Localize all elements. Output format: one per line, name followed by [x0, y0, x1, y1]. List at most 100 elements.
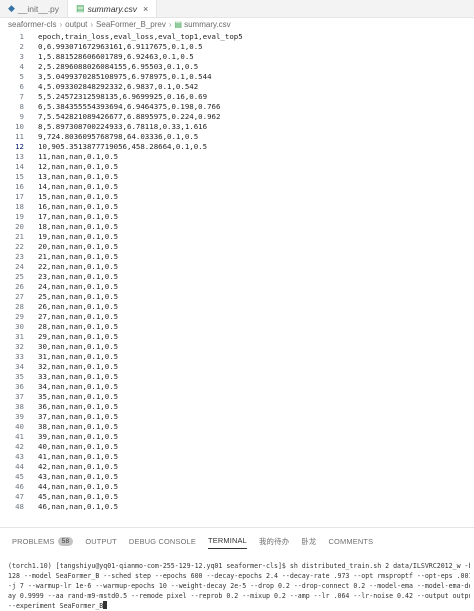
tab-label: 我的待办: [258, 536, 290, 546]
line-number: 6: [19, 82, 24, 91]
line-number: 1: [19, 32, 24, 41]
line-number: 20: [15, 222, 24, 231]
breadcrumb: seaformer-cls › output › SeaFormer_B_pre…: [0, 18, 474, 30]
code-line[interactable]: 13 11,nan,nan,0.1,0.5: [0, 152, 474, 162]
code-line[interactable]: 7 5,5.24572312598135,6.9699925,0.16,0.69: [0, 92, 474, 102]
tab-problems[interactable]: PROBLEMS 58: [12, 534, 74, 548]
tab-summary-csv[interactable]: ▤ summary.csv ×: [68, 0, 158, 17]
line-text: 0,6.993071672963161,6.9117675,0.1,0.5: [38, 42, 203, 51]
close-icon[interactable]: ×: [143, 4, 148, 14]
line-text: 17,nan,nan,0.1,0.5: [38, 212, 119, 221]
code-line[interactable]: 5 3,5.0499370285108975,6.978975,0.1,0.544: [0, 72, 474, 82]
code-line[interactable]: 32 30,nan,nan,0.1,0.5: [0, 342, 474, 352]
line-number: 19: [15, 212, 24, 221]
code-line[interactable]: 43 41,nan,nan,0.1,0.5: [0, 452, 474, 462]
line-number: 48: [15, 502, 24, 511]
line-number: 21: [15, 232, 24, 241]
code-line[interactable]: 40 38,nan,nan,0.1,0.5: [0, 422, 474, 432]
line-text: 44,nan,nan,0.1,0.5: [38, 482, 119, 491]
code-line[interactable]: 26 24,nan,nan,0.1,0.5: [0, 282, 474, 292]
code-line[interactable]: 30 28,nan,nan,0.1,0.5: [0, 322, 474, 332]
tab-comments[interactable]: COMMENTS: [329, 534, 374, 548]
line-text: 45,nan,nan,0.1,0.5: [38, 492, 119, 501]
code-line[interactable]: 17 15,nan,nan,0.1,0.5: [0, 192, 474, 202]
tab-label: 卧龙: [301, 536, 317, 546]
breadcrumb-item[interactable]: SeaFormer_B_prev: [96, 20, 166, 29]
code-line[interactable]: 10 8,5.897308700224933,6.78118,0.33,1.616: [0, 122, 474, 132]
code-line[interactable]: 8 6,5.384355554393694,6.9464375,0.198,0.7…: [0, 102, 474, 112]
code-line[interactable]: 27 25,nan,nan,0.1,0.5: [0, 292, 474, 302]
tab-my-todos[interactable]: 我的待办: [259, 534, 289, 548]
line-text: 26,nan,nan,0.1,0.5: [38, 302, 119, 311]
code-line[interactable]: 48 46,nan,nan,0.1,0.5: [0, 502, 474, 512]
code-line[interactable]: 44 42,nan,nan,0.1,0.5: [0, 462, 474, 472]
code-line[interactable]: 42 40,nan,nan,0.1,0.5: [0, 442, 474, 452]
line-number: 38: [15, 402, 24, 411]
code-line[interactable]: 41 39,nan,nan,0.1,0.5: [0, 432, 474, 442]
code-line[interactable]: 3 1,5.881528606601789,6.92463,0.1,0.5: [0, 52, 474, 62]
line-text: 21,nan,nan,0.1,0.5: [38, 252, 119, 261]
csv-file-icon: ▤: [76, 3, 85, 13]
line-number: 43: [15, 452, 24, 461]
tab-label: COMMENTS: [328, 536, 374, 546]
code-line[interactable]: 39 37,nan,nan,0.1,0.5: [0, 412, 474, 422]
line-text: 20,nan,nan,0.1,0.5: [38, 242, 119, 251]
code-line[interactable]: 16 14,nan,nan,0.1,0.5: [0, 182, 474, 192]
line-text: 24,nan,nan,0.1,0.5: [38, 282, 119, 291]
code-line[interactable]: 19 17,nan,nan,0.1,0.5: [0, 212, 474, 222]
code-line[interactable]: 6 4,5.093302848292332,6.9837,0.1,0.542: [0, 82, 474, 92]
code-line[interactable]: 15 13,nan,nan,0.1,0.5: [0, 172, 474, 182]
line-number: 37: [15, 392, 24, 401]
code-line[interactable]: 2 0,6.993071672963161,6.9117675,0.1,0.5: [0, 42, 474, 52]
tab-debug-console[interactable]: DEBUG CONSOLE: [129, 534, 196, 548]
code-line[interactable]: 4 2,5.2896088026084155,6.95503,0.1,0.5: [0, 62, 474, 72]
line-number: 24: [15, 262, 24, 271]
line-text: 31,nan,nan,0.1,0.5: [38, 352, 119, 361]
line-number: 32: [15, 342, 24, 351]
line-text: 11,nan,nan,0.1,0.5: [38, 152, 119, 161]
line-text: 8,5.897308700224933,6.78118,0.33,1.616: [38, 122, 208, 131]
code-line[interactable]: 24 22,nan,nan,0.1,0.5: [0, 262, 474, 272]
line-number: 22: [15, 242, 24, 251]
code-line[interactable]: 22 20,nan,nan,0.1,0.5: [0, 242, 474, 252]
code-line[interactable]: 46 44,nan,nan,0.1,0.5: [0, 482, 474, 492]
breadcrumb-item[interactable]: summary.csv: [184, 20, 231, 29]
code-line[interactable]: 21 19,nan,nan,0.1,0.5: [0, 232, 474, 242]
code-line[interactable]: 38 36,nan,nan,0.1,0.5: [0, 402, 474, 412]
line-number: 16: [15, 182, 24, 191]
breadcrumb-item[interactable]: seaformer-cls: [8, 20, 56, 29]
code-line[interactable]: 47 45,nan,nan,0.1,0.5: [0, 492, 474, 502]
tab-wolong[interactable]: 卧龙: [301, 534, 316, 548]
tab-init-py[interactable]: ◆ __init__.py: [0, 0, 69, 17]
line-text: 3,5.0499370285108975,6.978975,0.1,0.544: [38, 72, 212, 81]
code-line[interactable]: 28 26,nan,nan,0.1,0.5: [0, 302, 474, 312]
line-number: 29: [15, 312, 24, 321]
line-number: 31: [15, 332, 24, 341]
chevron-right-icon: ›: [90, 19, 94, 29]
tab-terminal[interactable]: TERMINAL: [207, 534, 247, 549]
line-number: 36: [15, 382, 24, 391]
code-editor[interactable]: 1 epoch,train_loss,eval_loss,eval_top1,ev…: [0, 32, 474, 527]
line-number: 39: [15, 412, 24, 421]
code-line[interactable]: 1 epoch,train_loss,eval_loss,eval_top1,ev…: [0, 32, 474, 42]
code-line[interactable]: 31 29,nan,nan,0.1,0.5: [0, 332, 474, 342]
code-line[interactable]: 33 31,nan,nan,0.1,0.5: [0, 352, 474, 362]
code-line[interactable]: 36 34,nan,nan,0.1,0.5: [0, 382, 474, 392]
terminal-output[interactable]: (torch1.10) [tangshiyu@yq01-qianmo-com-2…: [8, 561, 470, 611]
code-line[interactable]: 14 12,nan,nan,0.1,0.5: [0, 162, 474, 172]
code-line[interactable]: 23 21,nan,nan,0.1,0.5: [0, 252, 474, 262]
breadcrumb-item[interactable]: output: [65, 20, 87, 29]
code-line[interactable]: 37 35,nan,nan,0.1,0.5: [0, 392, 474, 402]
code-line[interactable]: 34 32,nan,nan,0.1,0.5: [0, 362, 474, 372]
code-line[interactable]: 29 27,nan,nan,0.1,0.5: [0, 312, 474, 322]
line-number: 8: [19, 102, 24, 111]
code-line[interactable]: 12 10,905.3513877719056,458.28664,0.1,0.5: [0, 142, 474, 152]
code-line[interactable]: 11 9,724.8036095768798,64.03336,0.1,0.5: [0, 132, 474, 142]
code-line[interactable]: 18 16,nan,nan,0.1,0.5: [0, 202, 474, 212]
code-line[interactable]: 25 23,nan,nan,0.1,0.5: [0, 272, 474, 282]
tab-output[interactable]: OUTPUT: [85, 534, 117, 548]
code-line[interactable]: 45 43,nan,nan,0.1,0.5: [0, 472, 474, 482]
code-line[interactable]: 35 33,nan,nan,0.1,0.5: [0, 372, 474, 382]
code-line[interactable]: 20 18,nan,nan,0.1,0.5: [0, 222, 474, 232]
code-line[interactable]: 9 7,5.542821089426677,6.8895975,0.224,0.9…: [0, 112, 474, 122]
